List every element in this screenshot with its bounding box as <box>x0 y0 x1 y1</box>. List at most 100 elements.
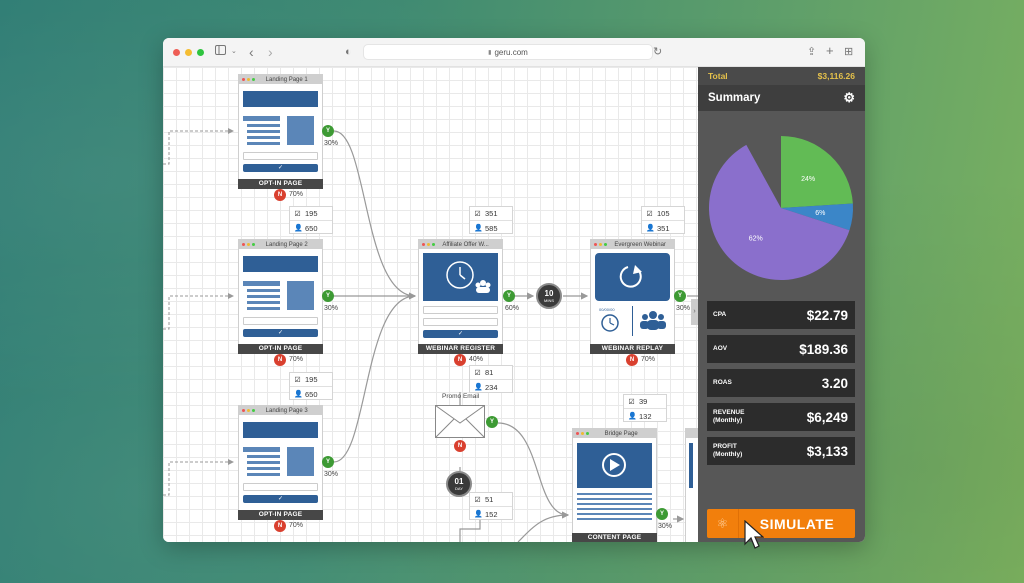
yes-percent: 30% <box>676 305 691 312</box>
chevron-down-icon[interactable]: ⌄ <box>231 45 237 59</box>
yes-badge[interactable]: Y <box>322 290 334 302</box>
visitors-count: 585 <box>485 223 498 233</box>
minimize-window-button[interactable] <box>185 48 192 56</box>
yes-badge[interactable]: Y <box>503 290 515 302</box>
tab-overview-icon[interactable]: ⊞ <box>844 45 853 59</box>
stats-box: ☑ 105 👤 351 <box>641 206 685 234</box>
webinar-register-node[interactable]: Affiliate Offer W... ✓ WEBINAR REGISTER <box>418 239 503 354</box>
no-badge[interactable]: N <box>274 189 286 201</box>
checkbox-icon: ☑ <box>474 369 481 377</box>
person-icon: 👤 <box>294 225 303 232</box>
yes-badge[interactable]: Y <box>322 456 334 468</box>
simulate-button[interactable]: ⚛ SIMULATE <box>707 509 855 538</box>
yes-percent: 30% <box>324 471 339 478</box>
yes-badge[interactable]: Y <box>674 290 686 302</box>
no-badge[interactable]: N <box>454 354 466 366</box>
stats-box: ☑ 39 👤 132 <box>623 394 667 422</box>
summary-title: Summary <box>708 92 761 104</box>
forward-icon[interactable]: › <box>268 45 273 59</box>
wait-timer-10-mins[interactable]: 10 MINS <box>536 283 562 309</box>
person-icon: 👤 <box>628 413 637 420</box>
wait-timer-1-day[interactable]: 01 DAY <box>446 471 472 497</box>
metric-value: $6,249 <box>806 409 848 425</box>
yes-percent: 30% <box>324 305 339 312</box>
pie-label-2: 62% <box>749 236 763 243</box>
traffic-lights <box>173 48 204 56</box>
share-icon[interactable]: ⇪ <box>807 45 816 59</box>
bridge-page-node[interactable]: Bridge Page CONTENT PAGE <box>572 428 657 542</box>
landing-page-node-2[interactable]: Landing Page 2 ✓ OPT-IN PAGE <box>238 239 323 354</box>
conversions-count: 105 <box>657 209 670 218</box>
metric-aov: AOV $189.36 <box>707 335 855 363</box>
yes-badge[interactable]: Y <box>656 508 668 520</box>
checkbox-icon: ☑ <box>474 210 481 218</box>
node-title: Bridge Page <box>604 430 638 437</box>
replay-icon <box>619 265 642 288</box>
sidebar-toggle-icon[interactable] <box>215 45 226 59</box>
audience-icon <box>640 311 666 330</box>
yes-percent: 30% <box>658 523 673 530</box>
no-badge[interactable]: N <box>454 440 466 452</box>
no-badge[interactable]: N <box>626 354 638 366</box>
node-title: Evergreen Webinar <box>614 241 666 248</box>
atom-icon: ⚛ <box>707 509 739 538</box>
stats-box: ☑ 81 👤 234 <box>469 365 513 393</box>
metric-label: ROAS <box>713 379 732 386</box>
conversions-count: 51 <box>485 495 494 504</box>
summary-header: Summary ⚙ <box>698 85 865 111</box>
promo-email-label: Promo Email <box>442 393 480 400</box>
node-title: Landing Page 2 <box>265 241 308 248</box>
visitors-count: 650 <box>305 389 318 399</box>
node-type-label: OPT-IN PAGE <box>238 510 323 520</box>
metric-label: CPA <box>713 311 727 318</box>
reload-icon[interactable]: ↻ <box>653 45 662 59</box>
clock-audience-icon <box>446 261 491 293</box>
total-label: Total <box>708 71 728 81</box>
timer-value: 01 <box>454 477 464 486</box>
timer-unit: DAY <box>455 486 463 491</box>
person-icon: 👤 <box>474 225 483 232</box>
pie-slice-0 <box>781 136 853 208</box>
timer-value: 10 <box>544 289 554 298</box>
node-type-label: WEBINAR REGISTER <box>418 344 503 354</box>
metric-profit: PROFIT (Monthly) $3,133 <box>707 437 855 465</box>
funnel-canvas[interactable]: Landing Page 1 ✓ OPT-IN PAGE Landing Pag… <box>163 67 698 542</box>
email-envelope-icon[interactable] <box>435 405 485 439</box>
collapse-panel-toggle[interactable]: › <box>691 299 698 325</box>
conversions-count: 195 <box>305 209 318 218</box>
address-bar[interactable]: ▮ geru.com <box>363 44 653 60</box>
metric-value: $3,133 <box>806 443 848 459</box>
webinar-replay-node[interactable]: Evergreen Webinar 00/00/00 WEBINAR REPLA… <box>590 239 675 354</box>
conversions-count: 39 <box>639 397 648 406</box>
yes-badge[interactable]: Y <box>486 416 498 428</box>
no-percent: 70% <box>641 356 656 363</box>
landing-page-node-1[interactable]: Landing Page 1 ✓ OPT-IN PAGE <box>238 74 323 189</box>
next-page-node-partial[interactable] <box>685 428 698 542</box>
no-badge[interactable]: N <box>274 354 286 366</box>
metric-revenue: REVENUE (Monthly) $6,249 <box>707 403 855 431</box>
gear-icon[interactable]: ⚙ <box>843 90 855 106</box>
person-icon: 👤 <box>474 511 483 518</box>
metric-value: $189.36 <box>799 341 848 357</box>
stats-box: ☑ 351 👤 585 <box>469 206 513 234</box>
metric-label: AOV <box>713 345 728 352</box>
checkbox-icon: ☑ <box>628 398 635 406</box>
metric-sublabel: (Monthly) <box>713 417 743 424</box>
no-badge[interactable]: N <box>274 520 286 532</box>
lock-icon: ▮ <box>488 49 492 56</box>
landing-page-node-3[interactable]: Landing Page 3 ✓ OPT-IN PAGE <box>238 405 323 520</box>
node-type-label: WEBINAR REPLAY <box>590 344 675 354</box>
privacy-shield-icon[interactable]: ◐ <box>345 45 352 59</box>
stats-box: ☑ 195 👤 650 <box>289 206 333 234</box>
pie-chart: 24% 6% 62% <box>709 136 853 280</box>
back-icon[interactable]: ‹ <box>249 45 254 59</box>
metric-label: REVENUE <box>713 409 745 416</box>
yes-badge[interactable]: Y <box>322 125 334 137</box>
no-percent: 70% <box>289 356 304 363</box>
close-window-button[interactable] <box>173 48 180 56</box>
maximize-window-button[interactable] <box>197 48 204 56</box>
new-tab-icon[interactable]: + <box>826 44 834 58</box>
node-title: Landing Page 3 <box>265 407 308 414</box>
node-title: Landing Page 1 <box>265 76 308 83</box>
node-type-label: OPT-IN PAGE <box>238 344 323 354</box>
